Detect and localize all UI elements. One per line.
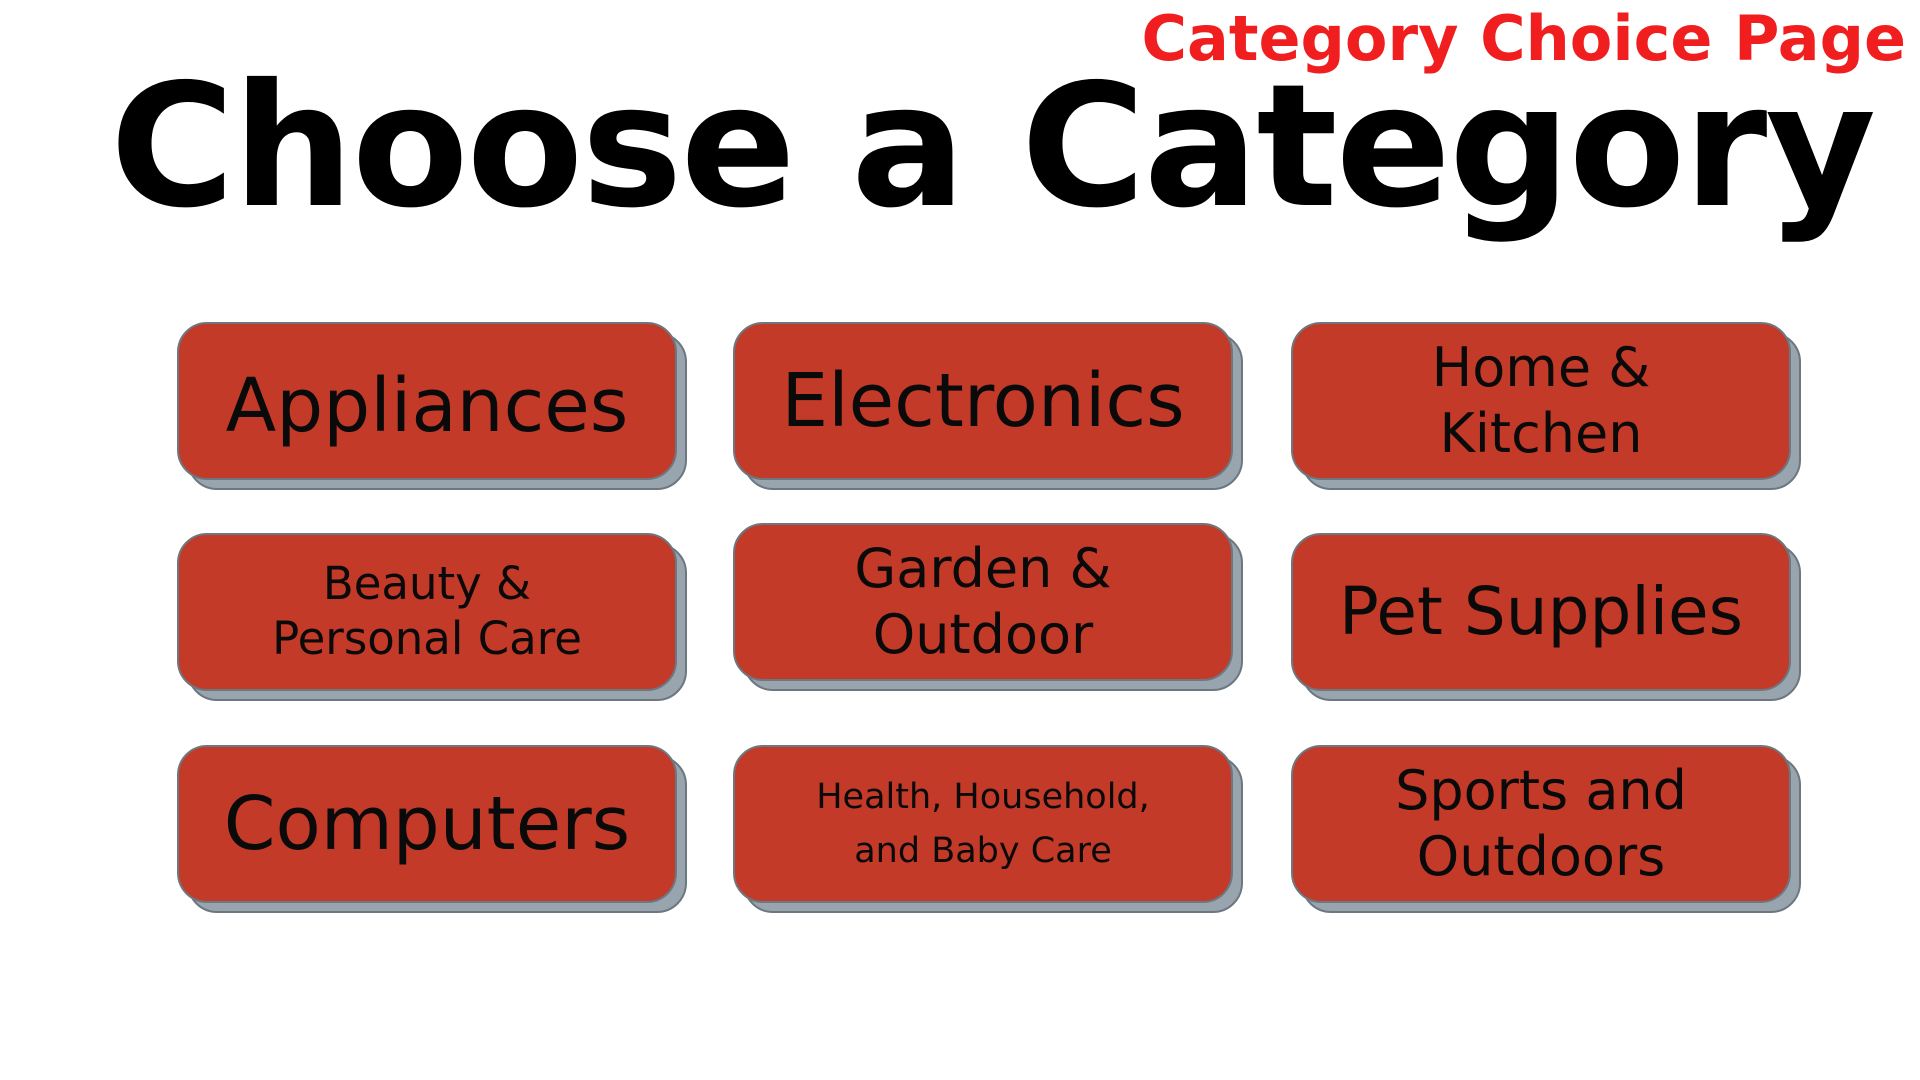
category-tile-appliances-wrap: Appliances bbox=[177, 322, 687, 490]
category-label: Sports and Outdoors bbox=[1395, 759, 1687, 888]
category-label: Garden & Outdoor bbox=[854, 537, 1112, 666]
category-tile-sports-wrap: Sports and Outdoors bbox=[1291, 745, 1801, 913]
category-label: Beauty & Personal Care bbox=[272, 557, 582, 665]
category-button-home-kitchen[interactable]: Home & Kitchen bbox=[1291, 322, 1791, 480]
category-button-pet-supplies[interactable]: Pet Supplies bbox=[1291, 533, 1791, 691]
category-label: Home & Kitchen bbox=[1431, 336, 1651, 465]
category-tile-computers-wrap: Computers bbox=[177, 745, 687, 913]
category-tile-pet-supplies-wrap: Pet Supplies bbox=[1291, 533, 1801, 701]
category-tile-beauty-wrap: Beauty & Personal Care bbox=[177, 533, 687, 701]
category-choice-page: Category Choice Page Choose a Category A… bbox=[0, 0, 1920, 1080]
category-button-electronics[interactable]: Electronics bbox=[733, 322, 1233, 480]
category-button-computers[interactable]: Computers bbox=[177, 745, 677, 903]
category-button-garden-outdoor[interactable]: Garden & Outdoor bbox=[733, 523, 1233, 681]
category-tile-home-kitchen-wrap: Home & Kitchen bbox=[1291, 322, 1801, 490]
category-label: Appliances bbox=[225, 362, 629, 449]
page-title: Choose a Category bbox=[110, 48, 1876, 246]
category-button-health-household-baby-care[interactable]: Health, Household, and Baby Care bbox=[733, 745, 1233, 903]
category-button-sports-outdoors[interactable]: Sports and Outdoors bbox=[1291, 745, 1791, 903]
category-button-appliances[interactable]: Appliances bbox=[177, 322, 677, 480]
category-label: Pet Supplies bbox=[1338, 572, 1744, 650]
category-label: Computers bbox=[223, 780, 631, 867]
category-tile-electronics-wrap: Electronics bbox=[733, 322, 1243, 490]
category-tile-garden-wrap: Garden & Outdoor bbox=[733, 523, 1243, 691]
category-tile-health-wrap: Health, Household, and Baby Care bbox=[733, 745, 1243, 913]
category-label: Health, Household, and Baby Care bbox=[816, 776, 1150, 871]
category-button-beauty-personal-care[interactable]: Beauty & Personal Care bbox=[177, 533, 677, 691]
category-label: Electronics bbox=[781, 357, 1185, 444]
